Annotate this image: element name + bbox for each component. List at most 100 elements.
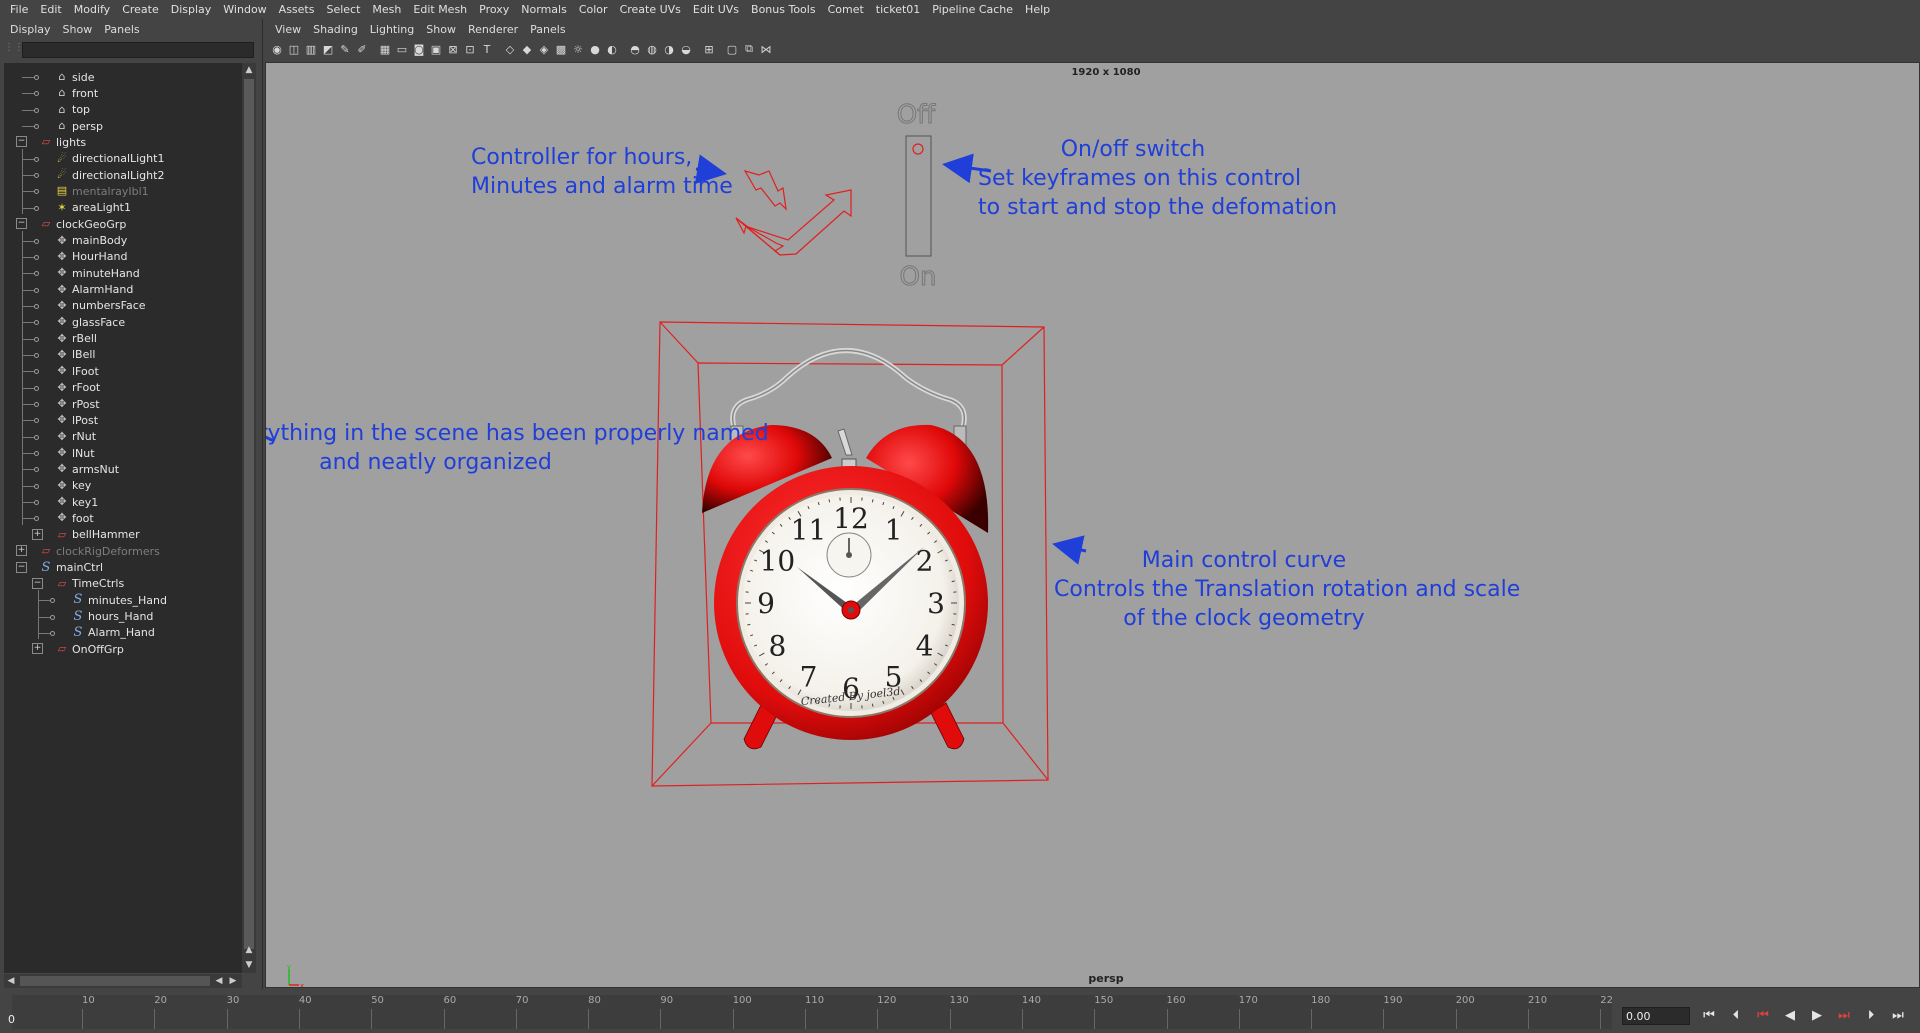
menu-normals[interactable]: Normals bbox=[515, 0, 573, 19]
menu-comet[interactable]: Comet bbox=[822, 0, 870, 19]
safe-action-icon[interactable]: ⊡ bbox=[462, 41, 478, 57]
expand-icon[interactable]: + bbox=[32, 528, 43, 540]
isolate-select-icon[interactable]: ◓ bbox=[627, 41, 643, 57]
curve-icon: S bbox=[73, 592, 83, 608]
collapse-icon[interactable]: − bbox=[32, 577, 43, 589]
grip-icon[interactable]: ⋮⋮ bbox=[4, 42, 24, 58]
camera-attributes-icon[interactable]: ◫ bbox=[286, 41, 302, 57]
outliner-horizontal-scrollbar[interactable]: ◀ ◀ ▶ bbox=[4, 974, 242, 988]
menu-pipeline-cache[interactable]: Pipeline Cache bbox=[926, 0, 1019, 19]
outliner-filter-input[interactable] bbox=[22, 42, 254, 58]
timeline-track[interactable]: 10 20 30 40 50 60 70 80 90 100 110 120 130 140 150 160 1… bbox=[12, 995, 1613, 1029]
expand-icon[interactable]: + bbox=[16, 545, 27, 557]
go-to-start-icon[interactable]: ⏮ bbox=[1697, 1006, 1721, 1026]
scroll-left-icon[interactable]: ◀ bbox=[212, 974, 226, 988]
step-forward-frame-icon[interactable]: ⏵ bbox=[1859, 1006, 1883, 1026]
viewport-menu-view[interactable]: View bbox=[269, 23, 307, 36]
xray-components-icon[interactable]: ◒ bbox=[678, 41, 694, 57]
safe-title-icon[interactable]: T bbox=[479, 41, 495, 57]
step-forward-key-icon[interactable]: ⏭ bbox=[1832, 1006, 1856, 1026]
menu-edit-uvs[interactable]: Edit UVs bbox=[687, 0, 745, 19]
select-camera-icon[interactable]: ◉ bbox=[269, 41, 285, 57]
resolution-gate-icon[interactable]: ◙ bbox=[411, 41, 427, 57]
shadows-icon[interactable]: ● bbox=[587, 41, 603, 57]
viewport-menu-panels[interactable]: Panels bbox=[524, 23, 571, 36]
menu-bonus-tools[interactable]: Bonus Tools bbox=[745, 0, 822, 19]
timeline-tick-label: 10 bbox=[82, 995, 95, 1006]
2d-pan-zoom-icon[interactable]: ✎ bbox=[337, 41, 353, 57]
time-controller-curve[interactable] bbox=[735, 170, 852, 256]
image-plane-icon[interactable]: ◩ bbox=[320, 41, 336, 57]
menu-select[interactable]: Select bbox=[320, 0, 366, 19]
menu-window[interactable]: Window bbox=[217, 0, 272, 19]
collapse-icon[interactable]: − bbox=[16, 218, 27, 230]
menu-help[interactable]: Help bbox=[1019, 0, 1056, 19]
backface-icon[interactable]: ▢ bbox=[724, 41, 740, 57]
grease-pencil-icon[interactable]: ✐ bbox=[354, 41, 370, 57]
snap-icon[interactable]: ⊞ bbox=[701, 41, 717, 57]
film-gate-icon[interactable]: ▭ bbox=[394, 41, 410, 57]
menu-edit[interactable]: Edit bbox=[34, 0, 67, 19]
scroll-thumb[interactable] bbox=[20, 976, 210, 986]
wireframe-on-shaded-icon[interactable]: ◈ bbox=[536, 41, 552, 57]
xray-icon[interactable]: ◍ bbox=[644, 41, 660, 57]
outliner-vertical-scrollbar[interactable]: ▲ ▲ ▼ bbox=[242, 63, 256, 973]
scroll-left-icon[interactable]: ◀ bbox=[4, 974, 18, 988]
menu-file[interactable]: File bbox=[4, 0, 34, 19]
expand-icon[interactable]: + bbox=[32, 643, 43, 655]
scroll-right-icon[interactable]: ▶ bbox=[226, 974, 240, 988]
menu-create-uvs[interactable]: Create UVs bbox=[614, 0, 687, 19]
lights-icon[interactable]: ☼ bbox=[570, 41, 586, 57]
outliner-menu-panels[interactable]: Panels bbox=[98, 23, 145, 36]
viewport-menu-renderer[interactable]: Renderer bbox=[462, 23, 524, 36]
view-axis-indicator: y x z bbox=[286, 963, 304, 987]
step-back-frame-icon[interactable]: ⏴ bbox=[1724, 1006, 1748, 1026]
share-icon[interactable]: ⋈ bbox=[758, 41, 774, 57]
outliner-node-onoffgrp[interactable]: ▱ OnOffGrp bbox=[54, 639, 124, 659]
textured-icon[interactable]: ▩ bbox=[553, 41, 569, 57]
viewport-menu-show[interactable]: Show bbox=[420, 23, 462, 36]
3d-viewport[interactable]: 1920 x 1080 Off On 12 1 2 3 4 5 6 7 8 9 … bbox=[265, 62, 1920, 988]
visibility-dot-icon bbox=[50, 630, 55, 636]
frame-all-icon[interactable]: ⧉ bbox=[741, 41, 757, 57]
scroll-down-icon[interactable]: ▼ bbox=[242, 958, 256, 972]
menu-create[interactable]: Create bbox=[116, 0, 165, 19]
outliner-menu-display[interactable]: Display bbox=[4, 23, 57, 36]
on-off-switch[interactable]: Off On bbox=[896, 100, 937, 293]
collapse-icon[interactable]: − bbox=[16, 136, 27, 148]
current-time-field[interactable] bbox=[1622, 1007, 1690, 1025]
high-quality-icon[interactable]: ◐ bbox=[604, 41, 620, 57]
collapse-icon[interactable]: − bbox=[16, 561, 27, 573]
xray-joints-icon[interactable]: ◑ bbox=[661, 41, 677, 57]
scroll-thumb[interactable] bbox=[244, 79, 254, 949]
go-to-end-icon[interactable]: ⏭ bbox=[1886, 1006, 1910, 1026]
outliner-menu-show[interactable]: Show bbox=[57, 23, 99, 36]
mesh-icon: ✥ bbox=[57, 380, 67, 394]
scroll-up-icon[interactable]: ▲ bbox=[242, 943, 256, 957]
menu-display[interactable]: Display bbox=[165, 0, 218, 19]
menu-color[interactable]: Color bbox=[573, 0, 614, 19]
field-chart-icon[interactable]: ⊠ bbox=[445, 41, 461, 57]
viewport-menu-shading[interactable]: Shading bbox=[307, 23, 364, 36]
smooth-shade-icon[interactable]: ◆ bbox=[519, 41, 535, 57]
switch-knob-icon[interactable] bbox=[912, 143, 924, 155]
wireframe-icon[interactable]: ◇ bbox=[502, 41, 518, 57]
grid-icon[interactable]: ▦ bbox=[377, 41, 393, 57]
outliner-tree[interactable]: ⌂ side ⌂ front ⌂ top ⌂ persp ▱ lights − ☄ directiona… bbox=[4, 63, 242, 973]
play-backwards-icon[interactable]: ◀ bbox=[1778, 1006, 1802, 1026]
viewport-menu-lighting[interactable]: Lighting bbox=[364, 23, 420, 36]
scroll-up-icon[interactable]: ▲ bbox=[242, 63, 256, 77]
gate-mask-icon[interactable]: ▣ bbox=[428, 41, 444, 57]
step-back-key-icon[interactable]: ⏮ bbox=[1751, 1006, 1775, 1026]
menu-mesh[interactable]: Mesh bbox=[366, 0, 407, 19]
menu-ticket01[interactable]: ticket01 bbox=[870, 0, 926, 19]
menu-edit-mesh[interactable]: Edit Mesh bbox=[407, 0, 473, 19]
outliner-node-label: clockGeoGrp bbox=[56, 217, 127, 231]
bookmarks-icon[interactable]: ▥ bbox=[303, 41, 319, 57]
menu-modify[interactable]: Modify bbox=[68, 0, 116, 19]
alarm-clock-model[interactable]: 12 1234567891011 Created By joel3d bbox=[702, 348, 989, 750]
play-forwards-icon[interactable]: ▶ bbox=[1805, 1006, 1829, 1026]
outliner-node-label: key bbox=[72, 479, 92, 493]
menu-proxy[interactable]: Proxy bbox=[473, 0, 515, 19]
menu-assets[interactable]: Assets bbox=[273, 0, 321, 19]
